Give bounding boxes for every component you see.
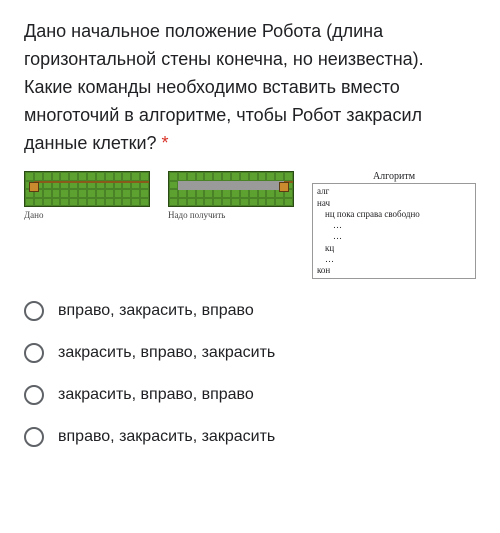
figure-algorithm: Алгоритм алг нач нц пока справа свободно… xyxy=(312,171,476,279)
figure-result: Надо получить xyxy=(168,171,294,220)
option-a[interactable]: вправо, закрасить, вправо xyxy=(24,301,476,321)
figure-given: Дано xyxy=(24,171,150,220)
radio-icon xyxy=(24,427,44,447)
figures-row: Дано Надо получить Алгоритм алг нач нц п… xyxy=(24,171,476,279)
option-label: закрасить, вправо, закрасить xyxy=(58,344,275,362)
question-body: Дано начальное положение Робота (длина г… xyxy=(24,21,424,153)
wall xyxy=(34,181,149,183)
caption-given: Дано xyxy=(24,210,150,220)
radio-icon xyxy=(24,343,44,363)
radio-icon xyxy=(24,385,44,405)
option-c[interactable]: закрасить, вправо, вправо xyxy=(24,385,476,405)
algo-line: алг xyxy=(317,186,471,197)
option-label: закрасить, вправо, вправо xyxy=(58,386,254,404)
radio-icon xyxy=(24,301,44,321)
option-d[interactable]: вправо, закрасить, закрасить xyxy=(24,427,476,447)
question-text: Дано начальное положение Робота (длина г… xyxy=(24,18,476,157)
algo-line: нц пока справа свободно xyxy=(317,209,471,220)
option-b[interactable]: закрасить, вправо, закрасить xyxy=(24,343,476,363)
grid-given xyxy=(24,171,150,207)
algo-line: … xyxy=(317,231,471,242)
algo-line: кон xyxy=(317,265,471,276)
options-group: вправо, закрасить, вправо закрасить, впр… xyxy=(24,301,476,447)
algo-line: … xyxy=(317,254,471,265)
algo-line: нач xyxy=(317,198,471,209)
option-label: вправо, закрасить, вправо xyxy=(58,302,254,320)
robot-icon xyxy=(279,182,289,192)
robot-icon xyxy=(29,182,39,192)
filled-cells xyxy=(178,181,284,190)
required-asterisk: * xyxy=(162,133,169,153)
algo-line: кц xyxy=(317,243,471,254)
algorithm-box: алг нач нц пока справа свободно … … кц …… xyxy=(312,183,476,279)
algo-line: … xyxy=(317,220,471,231)
option-label: вправо, закрасить, закрасить xyxy=(58,428,275,446)
algorithm-title: Алгоритм xyxy=(312,171,476,182)
grid-result xyxy=(168,171,294,207)
caption-result: Надо получить xyxy=(168,210,294,220)
